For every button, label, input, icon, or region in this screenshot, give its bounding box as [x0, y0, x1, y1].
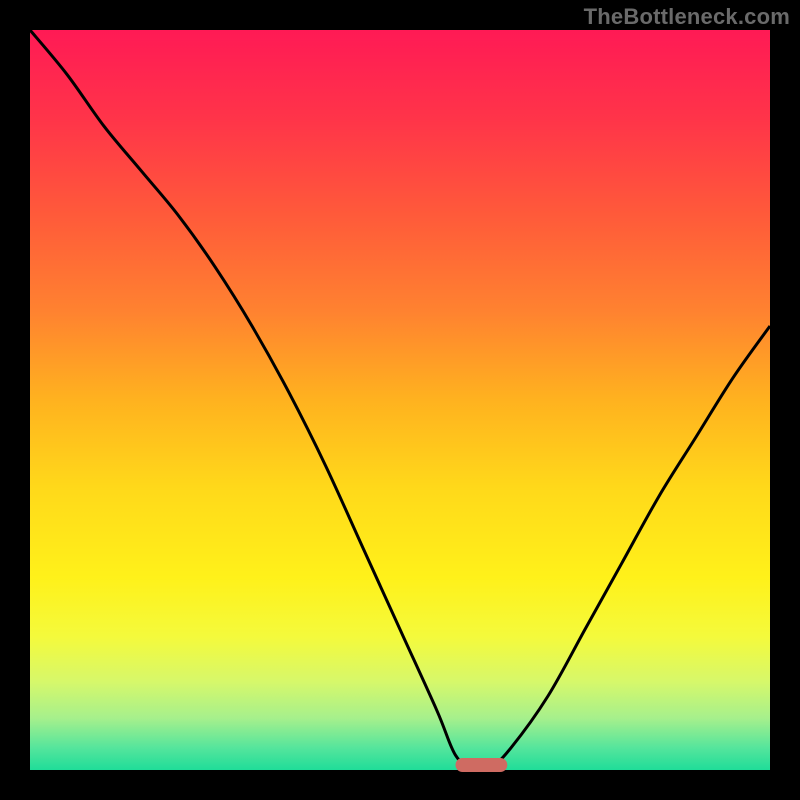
chart-stage: TheBottleneck.com: [0, 0, 800, 800]
watermark-text: TheBottleneck.com: [584, 4, 790, 30]
gradient-plot-area: [30, 30, 770, 770]
bottleneck-chart: [0, 0, 800, 800]
optimum-marker: [456, 758, 508, 772]
